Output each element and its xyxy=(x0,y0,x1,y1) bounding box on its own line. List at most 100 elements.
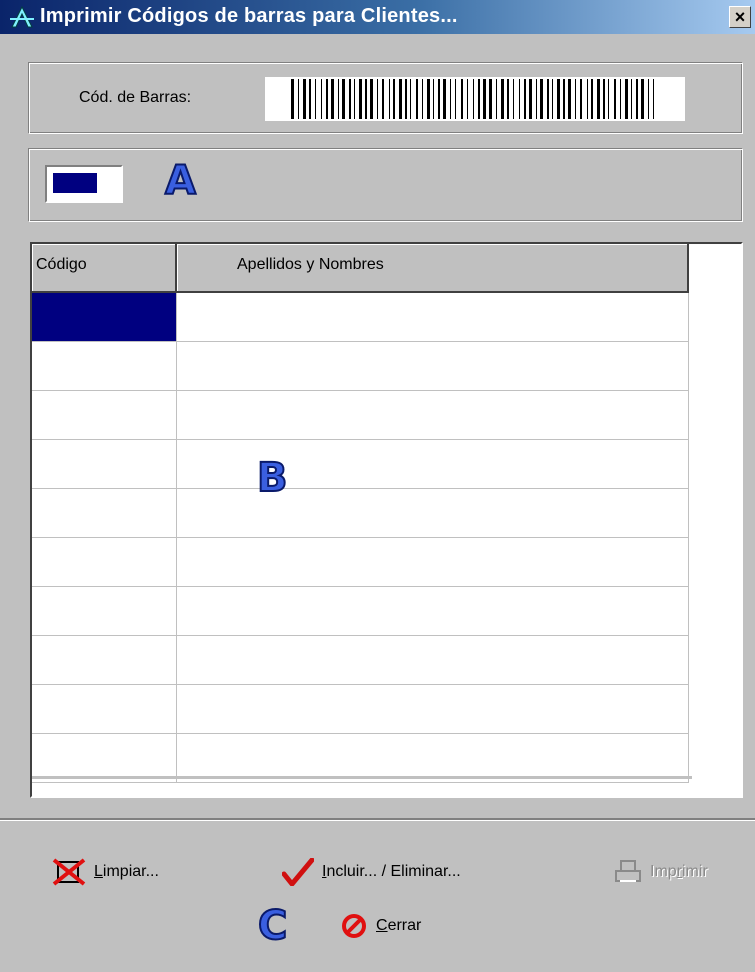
barcode-bar xyxy=(552,79,553,119)
barcode-bar xyxy=(501,79,504,119)
table-row[interactable] xyxy=(32,390,689,440)
clients-grid[interactable]: Código Apellidos y Nombres xyxy=(30,242,743,798)
incluir-eliminar-button[interactable]: Incluir... / Eliminar... xyxy=(282,858,461,886)
cerrar-mnemonic: C xyxy=(376,917,388,934)
cell-codigo[interactable] xyxy=(32,537,177,587)
barcode-image xyxy=(265,77,685,121)
imprimir-label-start: Imp xyxy=(650,863,677,880)
cell-apellidos[interactable] xyxy=(176,341,689,391)
barcode-bar xyxy=(547,79,549,119)
close-button[interactable]: × xyxy=(729,6,751,28)
barcode-bar xyxy=(625,79,628,119)
cerrar-button[interactable]: Cerrar xyxy=(340,912,421,940)
table-row[interactable] xyxy=(32,537,689,587)
cell-codigo[interactable] xyxy=(32,292,177,342)
table-row[interactable] xyxy=(32,488,689,538)
limpiar-label: impiar... xyxy=(102,863,159,880)
color-swatch[interactable] xyxy=(45,165,123,203)
table-row[interactable] xyxy=(32,292,689,342)
barcode-bar xyxy=(614,79,616,119)
barcode-bar xyxy=(478,79,480,119)
barcode-bar xyxy=(326,79,328,119)
barcode-bar xyxy=(648,79,649,119)
cell-codigo[interactable] xyxy=(32,488,177,538)
barcode-bar xyxy=(393,79,395,119)
barcode-bar xyxy=(513,79,514,119)
grid-body xyxy=(32,292,689,783)
barcode-bar xyxy=(568,79,571,119)
barcode-bar xyxy=(298,79,299,119)
grid-header-row: Código Apellidos y Nombres xyxy=(32,244,689,293)
barcode-bar xyxy=(608,79,609,119)
barcode-bar xyxy=(529,79,532,119)
barcode-bar xyxy=(450,79,451,119)
cell-apellidos[interactable] xyxy=(176,733,689,783)
annotation-label-c: C xyxy=(257,903,288,949)
cell-apellidos[interactable] xyxy=(176,635,689,685)
barcode-bar xyxy=(540,79,543,119)
column-header-apellidos[interactable]: Apellidos y Nombres xyxy=(176,244,689,293)
cell-apellidos[interactable] xyxy=(176,439,689,489)
clear-icon xyxy=(52,858,86,886)
table-row[interactable] xyxy=(32,684,689,734)
barcode-bar xyxy=(405,79,407,119)
grid-scroll-edge xyxy=(32,776,692,779)
barcode-bar xyxy=(483,79,486,119)
cell-codigo[interactable] xyxy=(32,733,177,783)
table-row[interactable] xyxy=(32,439,689,489)
cerrar-label: errar xyxy=(387,917,422,934)
checkmark-icon xyxy=(282,858,314,886)
cell-apellidos[interactable] xyxy=(176,684,689,734)
barcode-bar xyxy=(370,79,373,119)
barcode-bar xyxy=(416,79,418,119)
imprimir-label-end: imir xyxy=(682,863,708,880)
limpiar-button[interactable]: Limpiar... xyxy=(52,858,159,886)
barcode-label: Cód. de Barras: xyxy=(79,89,192,106)
cell-codigo[interactable] xyxy=(32,341,177,391)
color-swatch-fill xyxy=(53,173,97,193)
imprimir-button[interactable]: Imprimir xyxy=(614,858,708,886)
barcode-bar xyxy=(467,79,468,119)
column-header-codigo[interactable]: Código xyxy=(32,244,177,293)
barcode-bar xyxy=(443,79,446,119)
printer-icon xyxy=(615,860,641,882)
table-row[interactable] xyxy=(32,586,689,636)
barcode-bar xyxy=(557,79,560,119)
barcode-bar xyxy=(587,79,588,119)
cell-apellidos[interactable] xyxy=(176,488,689,538)
table-row[interactable] xyxy=(32,635,689,685)
grid-table: Código Apellidos y Nombres xyxy=(32,244,689,783)
barcode-bar xyxy=(524,79,526,119)
barcode-group: Cód. de Barras: xyxy=(28,62,743,134)
app-icon xyxy=(10,5,34,28)
barcode-bar xyxy=(489,79,492,119)
barcode-bar xyxy=(631,79,632,119)
table-row[interactable] xyxy=(32,733,689,783)
barcode-bar xyxy=(382,79,384,119)
separator xyxy=(0,818,755,821)
cell-apellidos[interactable] xyxy=(176,537,689,587)
barcode-bar xyxy=(422,79,423,119)
barcode-bar xyxy=(461,79,463,119)
barcode-bar xyxy=(309,79,311,119)
no-entry-icon xyxy=(342,914,366,938)
cell-apellidos[interactable] xyxy=(176,390,689,440)
cell-codigo[interactable] xyxy=(32,439,177,489)
barcode-bar xyxy=(603,79,605,119)
cell-apellidos[interactable] xyxy=(176,292,689,342)
cell-codigo[interactable] xyxy=(32,635,177,685)
barcode-bar xyxy=(536,79,537,119)
barcode-bar xyxy=(563,79,565,119)
barcode-bar xyxy=(427,79,430,119)
cell-codigo[interactable] xyxy=(32,684,177,734)
cell-codigo[interactable] xyxy=(32,586,177,636)
cell-codigo[interactable] xyxy=(32,390,177,440)
annotation-label-a: A xyxy=(164,158,197,204)
barcode-bar xyxy=(519,79,520,119)
cell-apellidos[interactable] xyxy=(176,586,689,636)
barcode-bar xyxy=(338,79,339,119)
barcode-bar xyxy=(507,79,509,119)
barcode-bar xyxy=(303,79,306,119)
barcode-bar xyxy=(365,79,367,119)
table-row[interactable] xyxy=(32,341,689,391)
